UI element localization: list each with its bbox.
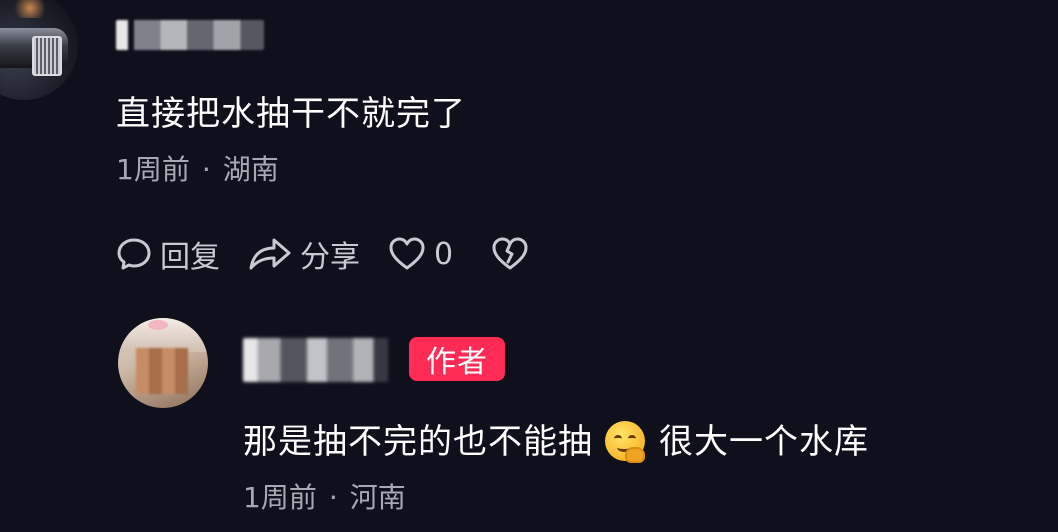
reply-label: 回复 — [160, 240, 220, 275]
avatar-face-mosaic — [136, 348, 188, 394]
comment-text: 直接把水抽干不就完了 — [116, 94, 466, 134]
like-count: 0 — [434, 236, 454, 272]
avatar-car-grille — [32, 36, 62, 76]
reply-time: 1周前 — [243, 481, 317, 514]
meta-separator: · — [328, 481, 338, 514]
broken-heart-icon — [492, 237, 528, 270]
reply-location: 河南 — [349, 481, 406, 514]
heart-icon — [389, 237, 425, 270]
comment-location: 湖南 — [222, 153, 279, 186]
reply-button[interactable]: 回复 — [116, 232, 220, 276]
author-avatar[interactable] — [118, 318, 208, 408]
reply-text: 那是抽不完的也不能抽 很大一个水库 — [243, 414, 869, 463]
dislike-button[interactable] — [491, 236, 537, 272]
comment-bubble-icon — [117, 238, 151, 270]
reply-text-part-1: 那是抽不完的也不能抽 — [243, 422, 593, 462]
author-name-blurred[interactable] — [243, 338, 388, 382]
comment-time: 1周前 — [116, 153, 190, 186]
commenter-name-blurred[interactable] — [116, 20, 264, 50]
commenter-avatar[interactable] — [0, 0, 78, 100]
meta-separator: · — [201, 153, 211, 186]
smirk-hand-over-mouth-emoji-icon — [605, 421, 645, 463]
comment-meta: 1周前 · 湖南 — [116, 148, 279, 188]
comment-actions: 回复 分享 0 — [116, 232, 565, 276]
emoji-hand — [625, 447, 645, 463]
reply-text-part-2: 很大一个水库 — [659, 422, 869, 462]
share-arrow-icon — [249, 238, 291, 270]
reply-meta: 1周前 · 河南 — [243, 476, 406, 516]
like-button[interactable]: 0 — [388, 236, 453, 272]
share-button[interactable]: 分享 — [248, 232, 360, 276]
author-badge: 作者 — [409, 337, 505, 381]
avatar-bow — [148, 320, 168, 330]
share-label: 分享 — [300, 240, 360, 275]
avatar-light — [10, 0, 50, 18]
